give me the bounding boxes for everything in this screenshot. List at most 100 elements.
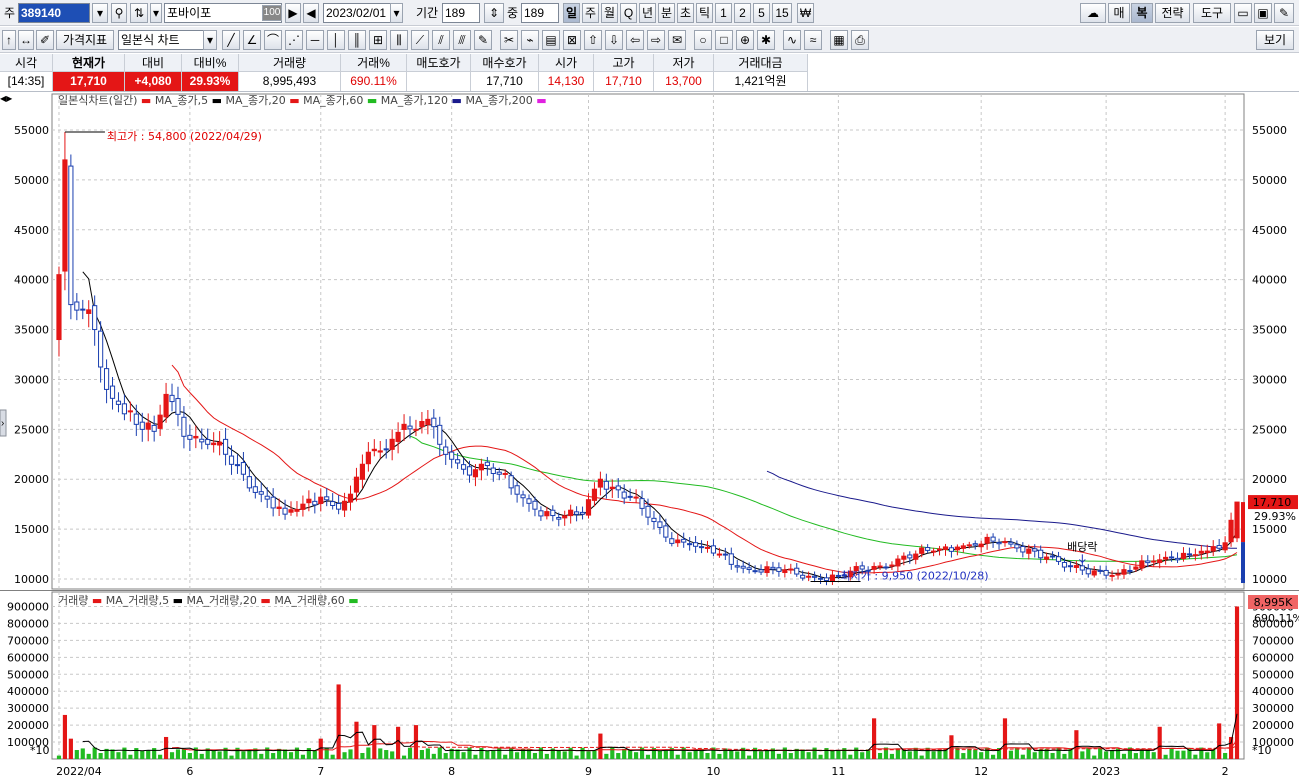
view-button[interactable]: 보기 <box>1256 30 1294 50</box>
volume-axis-left-label: 200000 <box>7 719 49 732</box>
circle-tool-icon[interactable]: ○ <box>694 30 712 50</box>
buy-button[interactable]: 매 <box>1108 3 1130 23</box>
period-button-7[interactable]: 틱 <box>696 3 713 23</box>
candle-body <box>419 420 425 428</box>
wrench-icon[interactable]: ✎ <box>1274 3 1294 23</box>
line-tool-icon[interactable]: ╱ <box>222 30 240 50</box>
rect-tool-icon[interactable]: □ <box>715 30 733 50</box>
period-button-1[interactable]: 주 <box>582 3 599 23</box>
volume-bar <box>967 748 972 759</box>
channel-tool-icon[interactable]: ⫻ <box>453 30 471 50</box>
candle-body <box>1032 548 1038 552</box>
fib-tool-icon[interactable]: ⌁ <box>521 30 539 50</box>
time-axis-label: 2023 <box>1092 765 1120 777</box>
sort-icon[interactable]: ⇅ <box>130 3 148 23</box>
save-icon[interactable]: ▣ <box>1254 3 1272 23</box>
volume-bar <box>824 748 829 759</box>
horizontal-expand-icon[interactable]: ↔ <box>18 30 34 50</box>
currency-icon[interactable]: ₩ <box>797 3 814 23</box>
period-button-2[interactable]: 월 <box>601 3 618 23</box>
candle-body <box>603 480 609 490</box>
hline-tool-icon[interactable]: ─ <box>306 30 324 50</box>
pencil-tool-icon[interactable]: ✎ <box>474 30 492 50</box>
up-arrow-icon[interactable]: ↑ <box>2 30 16 50</box>
price-volume-chart[interactable]: ›◀▶10000 1000015000 1500020000 2000025000 25… <box>0 92 1299 777</box>
cloud-icon[interactable]: ☁ <box>1080 3 1106 23</box>
period-button-8[interactable]: 1 <box>715 3 732 23</box>
candle-body <box>1067 565 1074 568</box>
period-button-3[interactable]: Q <box>620 3 637 23</box>
calc-tool-icon[interactable]: ⊠ <box>563 30 581 50</box>
volume-bar <box>729 750 734 759</box>
candle-body <box>1228 519 1234 543</box>
search-icon[interactable]: ⚲ <box>111 3 127 23</box>
multi-button[interactable]: 복 <box>1131 3 1153 23</box>
period-button-11[interactable]: 15 <box>772 3 792 23</box>
period-spinner-icon[interactable]: ⇕ <box>484 3 504 23</box>
down-arrow-tool-icon[interactable]: ⇩ <box>605 30 623 50</box>
text-box-tool-icon[interactable]: ▤ <box>542 30 560 50</box>
date-dropdown-icon[interactable]: ▾ <box>390 3 403 23</box>
print-tool-icon[interactable]: ⎙ <box>851 30 869 50</box>
candle-body <box>889 564 895 567</box>
period-lines-tool-icon[interactable]: ⫼ <box>390 30 408 50</box>
chart-type-select[interactable]: 일본식 차트 <box>118 30 204 50</box>
period-button-10[interactable]: 5 <box>753 3 770 23</box>
tools-button[interactable]: 도구 <box>1193 3 1231 23</box>
magic-tool-icon[interactable]: ✱ <box>757 30 775 50</box>
candle-body <box>556 517 562 520</box>
up-arrow-tool-icon[interactable]: ⇧ <box>584 30 602 50</box>
count-input[interactable]: 189 <box>521 3 559 23</box>
time-axis-label: 12 <box>974 765 988 777</box>
edit-chart-icon[interactable]: ✐ <box>36 30 54 50</box>
candle-body <box>883 566 889 569</box>
candle-body <box>121 403 128 415</box>
period-button-9[interactable]: 2 <box>734 3 751 23</box>
period-button-5[interactable]: 분 <box>658 3 675 23</box>
screenshot-tool-icon[interactable]: ▦ <box>830 30 848 50</box>
candle-body <box>538 510 544 517</box>
parallel-tool-icon[interactable]: ⫽ <box>432 30 450 50</box>
erase-tool-icon[interactable]: ✂ <box>500 30 518 50</box>
vline-tool-icon[interactable]: │ <box>327 30 345 50</box>
indicator-button[interactable]: 가격지표 <box>56 30 114 50</box>
angle-tool-icon[interactable]: ∠ <box>243 30 261 50</box>
volume-bar <box>747 755 752 759</box>
volume-bar <box>211 750 216 759</box>
price-axis-left-label: 15000 <box>14 523 49 536</box>
zoom-in-tool-icon[interactable]: ⊕ <box>736 30 754 50</box>
candle-body <box>68 165 74 306</box>
stock-code-dropdown-icon[interactable]: ▾ <box>92 3 108 23</box>
legend-swatch: ▬ <box>536 94 546 107</box>
volume-legend-title: 거래량 <box>58 594 92 607</box>
period-button-6[interactable]: 초 <box>677 3 694 23</box>
volume-bar <box>122 747 127 759</box>
wave-b-tool-icon[interactable]: ≈ <box>804 30 822 50</box>
right-arrow-tool-icon[interactable]: ⇨ <box>647 30 665 50</box>
volume-bar <box>271 753 276 759</box>
price-axis-left-label: 55000 <box>14 124 49 137</box>
volume-panel-frame <box>51 591 1245 760</box>
fan-tool-icon[interactable]: ⋰ <box>285 30 303 50</box>
period-input[interactable]: 189 <box>442 3 480 23</box>
left-arrow-tool-icon[interactable]: ⇦ <box>626 30 644 50</box>
arc-tool-icon[interactable]: ⌒ <box>264 30 282 50</box>
stock-code-input[interactable]: 389140 <box>18 3 90 23</box>
sort-dropdown-icon[interactable]: ▾ <box>150 3 162 23</box>
wave-a-tool-icon[interactable]: ∿ <box>783 30 801 50</box>
period-button-4[interactable]: 년 <box>639 3 656 23</box>
open-folder-icon[interactable]: ▭ <box>1234 3 1252 23</box>
period-button-0[interactable]: 일 <box>563 3 580 23</box>
strategy-button[interactable]: 전략 <box>1155 3 1190 23</box>
trend-tool-icon[interactable]: ⟋ <box>411 30 429 50</box>
candle-body <box>1008 541 1014 545</box>
multi-vline-tool-icon[interactable]: ║ <box>348 30 366 50</box>
date-input[interactable]: 2023/02/01 <box>323 3 391 23</box>
memo-tool-icon[interactable]: ✉ <box>668 30 686 50</box>
chart-area[interactable]: › ◀▶ 10000 10000 15000 15000 20000 20000 25000 25… <box>0 92 1299 777</box>
chart-type-dropdown-icon[interactable]: ▾ <box>203 30 217 50</box>
candle-body <box>103 368 110 390</box>
prev-stock-icon[interactable]: ◀ <box>303 3 319 23</box>
grid-tool-icon[interactable]: ⊞ <box>369 30 387 50</box>
next-stock-icon[interactable]: ▶ <box>285 3 301 23</box>
